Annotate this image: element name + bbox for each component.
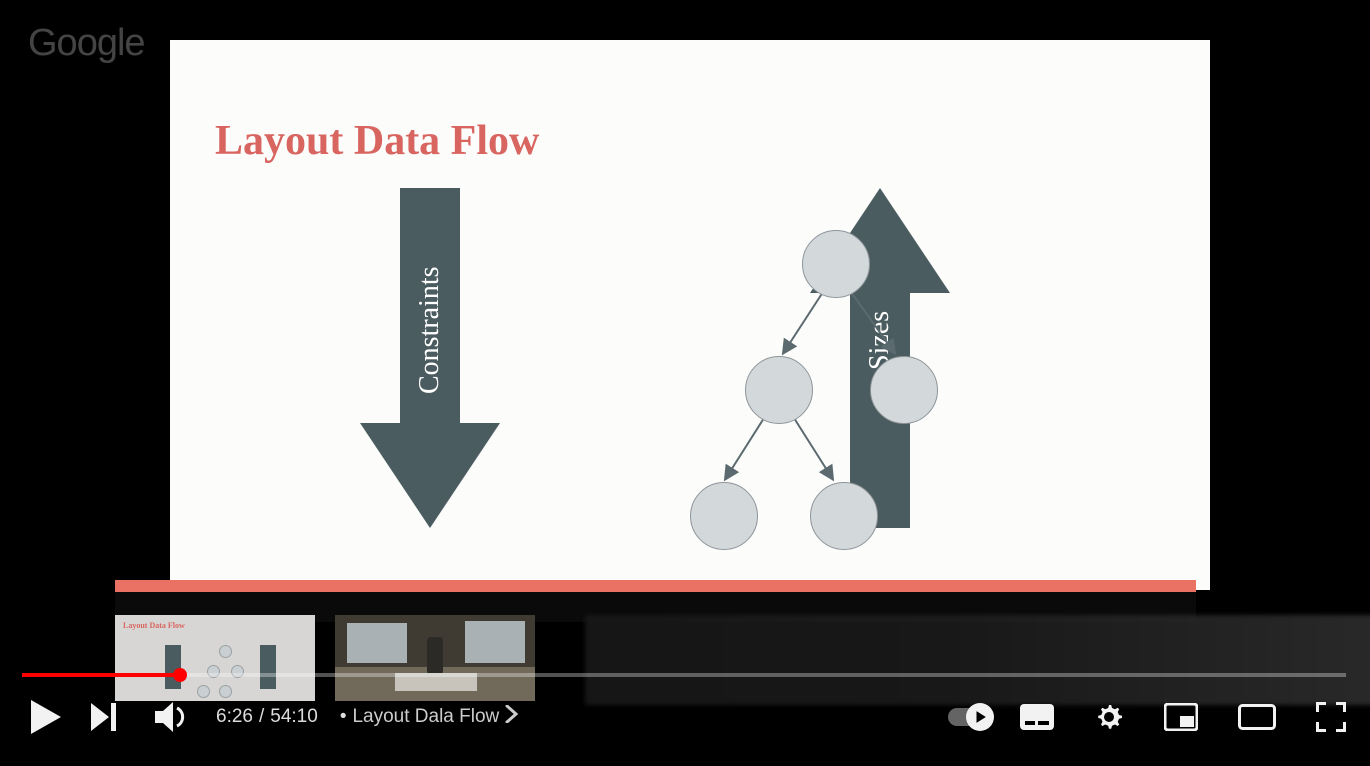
presentation-slide: Layout Data Flow Constraints Sizes bbox=[170, 40, 1210, 590]
autoplay-toggle[interactable] bbox=[948, 708, 994, 726]
current-time: 6:26 bbox=[216, 706, 253, 728]
slide-accent-bar bbox=[115, 580, 1196, 592]
gear-icon bbox=[1094, 702, 1124, 732]
tree-node bbox=[870, 356, 938, 424]
chapter-button[interactable]: Layout Dala Flow bbox=[352, 705, 519, 729]
video-stage: Google Google Layout Data Flow Constrain… bbox=[0, 0, 1370, 766]
next-icon bbox=[91, 703, 119, 731]
tree-node-root bbox=[802, 230, 870, 298]
fullscreen-button[interactable] bbox=[1316, 702, 1346, 732]
next-button[interactable] bbox=[84, 696, 126, 738]
progress-buffer-dots-icon bbox=[62, 671, 182, 679]
widget-tree-diagram bbox=[690, 230, 950, 550]
play-icon bbox=[31, 700, 61, 734]
fullscreen-icon bbox=[1316, 702, 1346, 732]
slide-title: Layout Data Flow bbox=[215, 117, 539, 165]
tree-node bbox=[690, 482, 758, 550]
theater-button[interactable] bbox=[1238, 704, 1276, 730]
player-controls: 6:26 / 54:10 • Layout Dala Flow bbox=[22, 688, 1346, 746]
mini-arrow-icon bbox=[260, 645, 276, 689]
toggle-knob bbox=[966, 703, 994, 731]
chevron-right-icon bbox=[505, 705, 519, 729]
duration: 54:10 bbox=[270, 706, 318, 728]
volume-button[interactable] bbox=[150, 696, 192, 738]
tree-node bbox=[810, 482, 878, 550]
captions-icon bbox=[1020, 704, 1054, 730]
constraints-arrow-label: Constraints bbox=[414, 230, 446, 430]
miniplayer-icon bbox=[1164, 703, 1198, 731]
storyboard-thumb-title: Layout Data Flow bbox=[123, 621, 185, 630]
time-display: 6:26 / 54:10 • Layout Dala Flow bbox=[216, 705, 519, 729]
brand-watermark: Google bbox=[28, 22, 145, 65]
progress-bar[interactable] bbox=[22, 673, 1346, 677]
settings-button[interactable] bbox=[1094, 702, 1124, 732]
chapter-bullet: • bbox=[340, 706, 347, 728]
captions-button[interactable] bbox=[1020, 704, 1054, 730]
time-separator: / bbox=[259, 706, 264, 728]
theater-icon bbox=[1238, 704, 1276, 730]
chapter-label: Layout Dala Flow bbox=[352, 706, 499, 728]
play-mini-icon bbox=[973, 710, 987, 724]
tree-node bbox=[745, 356, 813, 424]
toggle-track bbox=[948, 708, 988, 726]
play-button[interactable] bbox=[22, 693, 70, 741]
miniplayer-button[interactable] bbox=[1164, 703, 1198, 731]
mini-arrow-icon bbox=[165, 645, 181, 689]
volume-icon bbox=[155, 702, 187, 732]
